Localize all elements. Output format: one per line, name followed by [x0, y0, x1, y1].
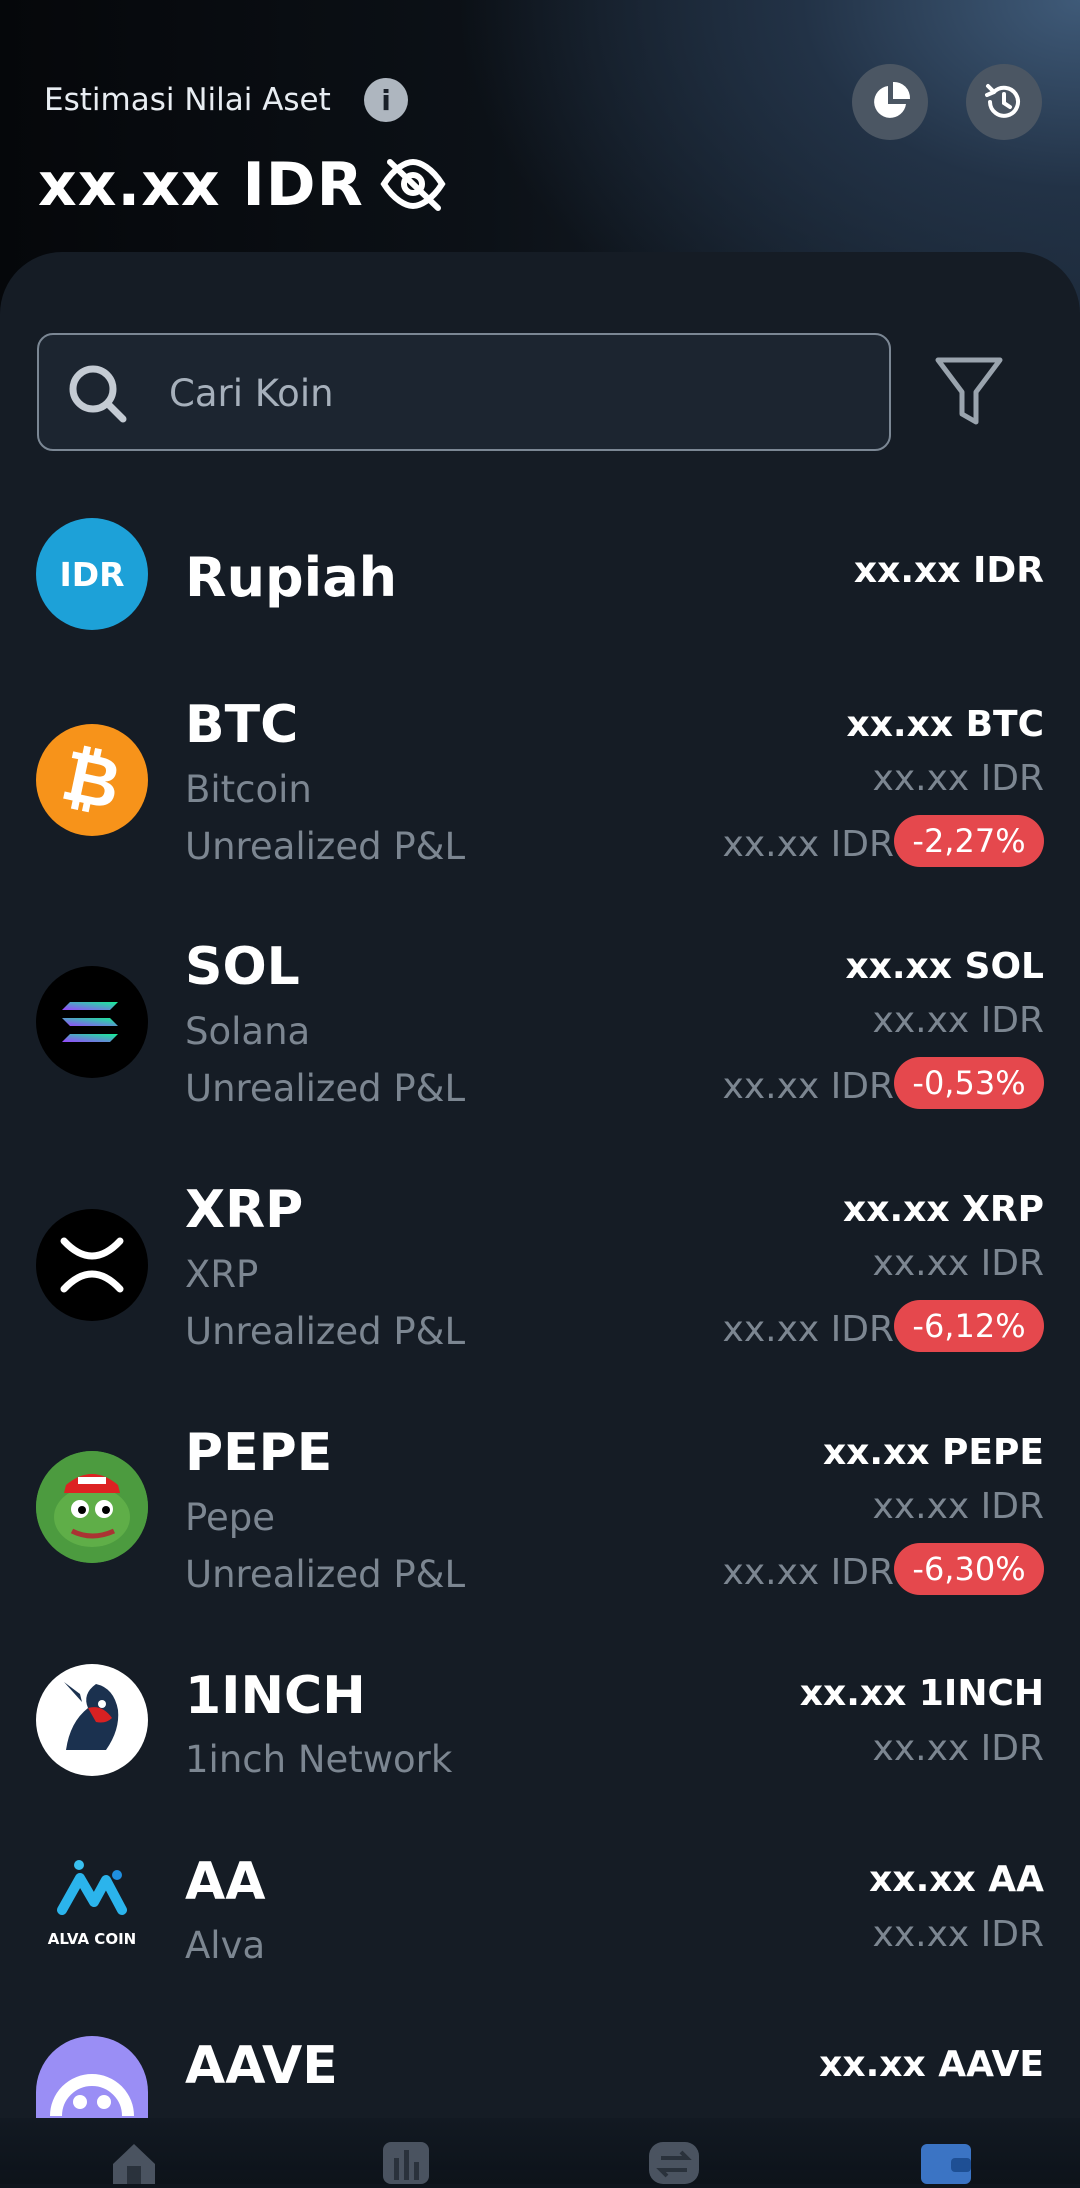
pnl-percent-badge: -6,30%	[894, 1543, 1044, 1595]
coin-symbol: BTC	[185, 695, 299, 755]
coin-symbol: SOL	[185, 937, 300, 997]
total-asset-value: xx.xx IDR	[38, 150, 364, 220]
coin-amount: xx.xx SOL	[845, 946, 1044, 987]
bottom-navigation	[0, 2118, 1080, 2184]
coin-symbol: AA	[185, 1852, 266, 1912]
pnl-value: xx.xx IDR	[722, 1066, 894, 1107]
pnl-label: Unrealized P&L	[185, 1067, 466, 1110]
search-placeholder: Cari Koin	[169, 372, 334, 415]
coin-symbol: PEPE	[185, 1423, 333, 1483]
nav-market[interactable]	[379, 2140, 433, 2184]
coin-name: XRP	[185, 1253, 259, 1296]
filter-icon[interactable]	[934, 356, 1004, 430]
pnl-value: xx.xx IDR	[722, 1309, 894, 1350]
coin-name: Alva	[185, 1924, 266, 1967]
coin-name: Rupiah	[185, 546, 398, 609]
coin-name: Solana	[185, 1010, 311, 1053]
trade-icon	[649, 2142, 699, 2184]
xrp-logo	[36, 1209, 148, 1321]
coin-amount: xx.xx AA	[869, 1859, 1044, 1900]
coin-name: Pepe	[185, 1496, 276, 1539]
coin-idr-value: xx.xx IDR	[872, 758, 1044, 799]
wallet-icon	[921, 2144, 971, 2184]
coin-name: 1inch Network	[185, 1738, 453, 1781]
pie-chart-icon	[874, 81, 911, 118]
history-icon	[985, 84, 1020, 118]
history-button[interactable]	[966, 64, 1042, 140]
pnl-percent-badge: -2,27%	[894, 815, 1044, 867]
idr-logo-text: IDR	[59, 554, 125, 594]
pnl-value: xx.xx IDR	[722, 824, 894, 865]
pnl-label: Unrealized P&L	[185, 1310, 466, 1353]
search-icon	[69, 365, 127, 423]
coin-amount: xx.xx XRP	[843, 1189, 1044, 1230]
home-icon	[113, 2144, 155, 2184]
pnl-percent-badge: -6,12%	[894, 1300, 1044, 1352]
bitcoin-logo: ₿	[36, 724, 148, 836]
coin-idr-value: xx.xx IDR	[872, 1728, 1044, 1769]
search-input[interactable]: Cari Koin	[37, 333, 891, 451]
market-icon	[383, 2142, 429, 2184]
nav-home[interactable]	[107, 2140, 161, 2184]
coin-symbol: 1INCH	[185, 1666, 366, 1726]
coin-amount: xx.xx 1INCH	[799, 1673, 1044, 1714]
alva-logo-text: ALVA COIN	[47, 1930, 137, 1948]
alva-logo: ALVA COIN	[36, 1850, 148, 1962]
1inch-logo	[36, 1664, 148, 1776]
portfolio-button[interactable]	[852, 64, 928, 140]
asset-estimate-label: Estimasi Nilai Aset	[44, 82, 331, 118]
coin-idr-value: xx.xx IDR	[872, 1243, 1044, 1284]
nav-wallet[interactable]	[919, 2140, 973, 2184]
coin-name: Bitcoin	[185, 768, 312, 811]
pnl-percent-badge: -0,53%	[894, 1057, 1044, 1109]
pnl-value: xx.xx IDR	[722, 1552, 894, 1593]
coin-amount: xx.xx BTC	[846, 704, 1044, 745]
coin-amount: xx.xx AAVE	[819, 2044, 1044, 2085]
coin-amount: xx.xx PEPE	[822, 1432, 1044, 1473]
coin-idr-value: xx.xx IDR	[872, 1486, 1044, 1527]
coin-symbol: AAVE	[185, 2036, 338, 2096]
nav-trade[interactable]	[647, 2140, 701, 2184]
coin-idr-value: xx.xx IDR	[872, 1914, 1044, 1955]
info-icon[interactable]: i	[364, 78, 408, 122]
coin-idr-value: xx.xx IDR	[872, 1000, 1044, 1041]
pnl-label: Unrealized P&L	[185, 825, 466, 868]
solana-logo	[36, 966, 148, 1078]
pepe-logo	[36, 1451, 148, 1563]
coin-amount: xx.xx IDR	[853, 550, 1044, 591]
eye-off-icon[interactable]	[380, 156, 446, 212]
idr-logo: IDR	[36, 518, 148, 630]
coin-symbol: XRP	[185, 1180, 304, 1240]
pnl-label: Unrealized P&L	[185, 1553, 466, 1596]
